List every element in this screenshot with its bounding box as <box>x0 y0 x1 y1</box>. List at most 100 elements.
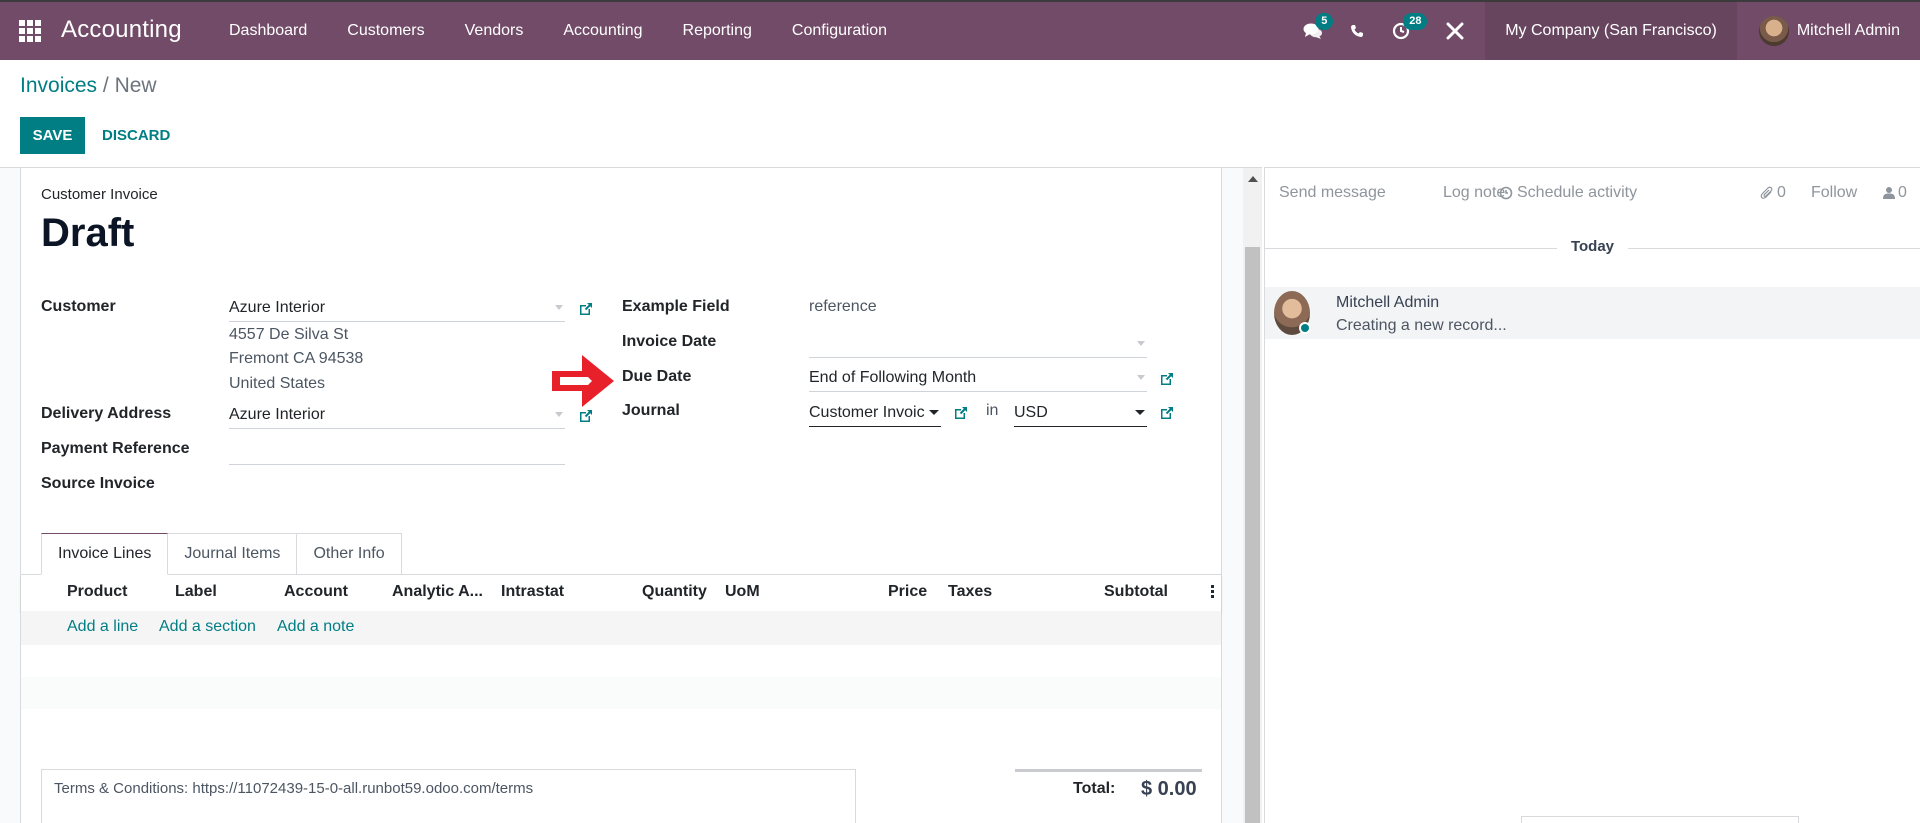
optional-columns-menu-icon[interactable] <box>1211 585 1214 600</box>
invoice-status-title: Draft <box>41 211 135 255</box>
delivery-address-value: Azure Interior <box>229 405 326 423</box>
column-taxes[interactable]: Taxes <box>948 583 992 601</box>
tab-invoice-lines[interactable]: Invoice Lines <box>41 533 169 575</box>
phone-button[interactable] <box>1337 2 1377 60</box>
payment-terms-caret-icon[interactable] <box>1137 375 1145 380</box>
message-author[interactable]: Mitchell Admin <box>1336 294 1439 312</box>
menu-reporting[interactable]: Reporting <box>683 22 752 40</box>
empty-list-row <box>21 677 1221 709</box>
add-section-link[interactable]: Add a section <box>159 618 256 636</box>
customer-dropdown-caret-icon[interactable] <box>555 305 563 310</box>
clock-icon <box>1499 186 1513 200</box>
schedule-activity-button[interactable]: Schedule activity <box>1499 181 1637 205</box>
messages-button[interactable]: 5 <box>1293 2 1334 60</box>
systray: 5 28 My Company (San Francisco) Mitchell… <box>1293 2 1920 60</box>
tab-journal-items[interactable]: Journal Items <box>168 533 298 575</box>
add-line-row: Add a line Add a section Add a note <box>21 611 1221 645</box>
payment-terms-value: End of Following Month <box>809 368 977 386</box>
currency-field[interactable]: USD <box>1014 399 1147 427</box>
company-switcher[interactable]: My Company (San Francisco) <box>1485 2 1737 60</box>
column-intrastat[interactable]: Intrastat <box>501 583 564 601</box>
menu-accounting[interactable]: Accounting <box>563 22 642 40</box>
attachments-button[interactable]: 0 <box>1760 181 1786 205</box>
document-type: Customer Invoice <box>41 186 158 203</box>
example-field-value[interactable]: reference <box>809 298 877 316</box>
breadcrumb: Invoices / New <box>20 74 157 98</box>
column-price[interactable]: Price <box>888 583 927 601</box>
follow-label: Follow <box>1811 184 1858 201</box>
menu-configuration[interactable]: Configuration <box>792 22 887 40</box>
tab-other-info[interactable]: Other Info <box>297 533 402 575</box>
column-account[interactable]: Account <box>284 583 348 601</box>
column-subtotal[interactable]: Subtotal <box>1104 583 1168 601</box>
menu-customers[interactable]: Customers <box>347 22 424 40</box>
discard-button[interactable]: DISCARD <box>92 117 180 154</box>
debug-tools-button[interactable] <box>1435 2 1475 60</box>
payment-terms-field[interactable]: End of Following Month <box>809 364 1147 392</box>
column-uom[interactable]: UoM <box>725 583 760 601</box>
app-name[interactable]: Accounting <box>61 16 182 44</box>
payment-terms-external-link-icon[interactable] <box>1159 371 1175 387</box>
customer-external-link-icon[interactable] <box>578 301 594 317</box>
chatter-message: Mitchell Admin Creating a new record... <box>1265 287 1920 339</box>
paperclip-icon <box>1760 186 1773 199</box>
payment-reference-input[interactable] <box>229 437 565 465</box>
column-label[interactable]: Label <box>175 583 217 601</box>
invoice-date-input[interactable] <box>809 330 1147 358</box>
currency-value: USD <box>1014 403 1048 421</box>
scroll-thumb[interactable] <box>1245 247 1260 823</box>
activities-button[interactable]: 28 <box>1381 2 1428 60</box>
journal-caret-icon[interactable] <box>929 410 939 415</box>
payment-reference-label: Payment Reference <box>41 440 190 457</box>
menu-vendors[interactable]: Vendors <box>465 22 524 40</box>
currency-connector-text: in <box>986 402 999 419</box>
total-amount: $ 0.00 <box>1141 778 1197 800</box>
red-annotation-arrow-icon <box>552 355 614 407</box>
follow-button[interactable]: Follow <box>1811 181 1857 205</box>
journal-external-link-icon[interactable] <box>953 405 969 421</box>
date-separator-label: Today <box>1556 238 1629 255</box>
save-button[interactable]: SAVE <box>20 117 85 154</box>
breadcrumb-invoices[interactable]: Invoices <box>20 74 97 97</box>
delivery-address-field[interactable]: Azure Interior <box>229 401 565 429</box>
online-status-icon <box>1299 322 1311 334</box>
terms-and-conditions-field[interactable]: Terms & Conditions: https://11072439-15-… <box>41 769 856 823</box>
phone-icon <box>1351 25 1364 37</box>
message-body: Creating a new record... <box>1336 317 1507 334</box>
column-quantity[interactable]: Quantity <box>642 583 707 601</box>
attachments-count: 0 <box>1777 184 1786 201</box>
invoice-date-label: Invoice Date <box>622 333 717 350</box>
customer-label: Customer <box>41 298 116 315</box>
column-analytic-account[interactable]: Analytic A... <box>392 583 483 601</box>
currency-external-link-icon[interactable] <box>1159 405 1175 421</box>
followers-button[interactable]: 0 <box>1883 181 1907 205</box>
apps-grid-icon[interactable] <box>19 20 41 42</box>
customer-value: Azure Interior <box>229 298 326 316</box>
add-note-link[interactable]: Add a note <box>277 618 354 636</box>
send-message-button[interactable]: Send message <box>1279 181 1386 205</box>
delivery-dropdown-caret-icon[interactable] <box>555 412 563 417</box>
customer-field[interactable]: Azure Interior <box>229 294 565 322</box>
log-note-label: Log note <box>1443 184 1506 201</box>
journal-value: Customer Invoic <box>809 403 925 421</box>
main-menu: Dashboard Customers Vendors Accounting R… <box>229 2 927 60</box>
breadcrumb-current: New <box>114 74 157 97</box>
date-separator: Today <box>1265 238 1920 256</box>
delivery-external-link-icon[interactable] <box>578 408 594 424</box>
breadcrumb-separator: / <box>97 74 115 97</box>
add-line-link[interactable]: Add a line <box>67 618 138 636</box>
invoice-date-caret-icon[interactable] <box>1137 341 1145 346</box>
form-sheet <box>20 167 1222 823</box>
user-avatar <box>1758 16 1789 46</box>
tools-icon <box>1446 22 1464 40</box>
journal-label: Journal <box>622 402 680 419</box>
column-product[interactable]: Product <box>67 583 127 601</box>
menu-dashboard[interactable]: Dashboard <box>229 22 307 40</box>
log-note-button[interactable]: Log note <box>1443 181 1505 205</box>
journal-field[interactable]: Customer Invoic <box>809 399 941 427</box>
scroll-up-arrow-icon[interactable] <box>1248 176 1258 182</box>
currency-caret-icon[interactable] <box>1135 410 1145 415</box>
user-menu[interactable]: Mitchell Admin <box>1737 2 1920 60</box>
form-scrollbar[interactable] <box>1243 167 1262 823</box>
source-invoice-label: Source Invoice <box>41 475 155 492</box>
